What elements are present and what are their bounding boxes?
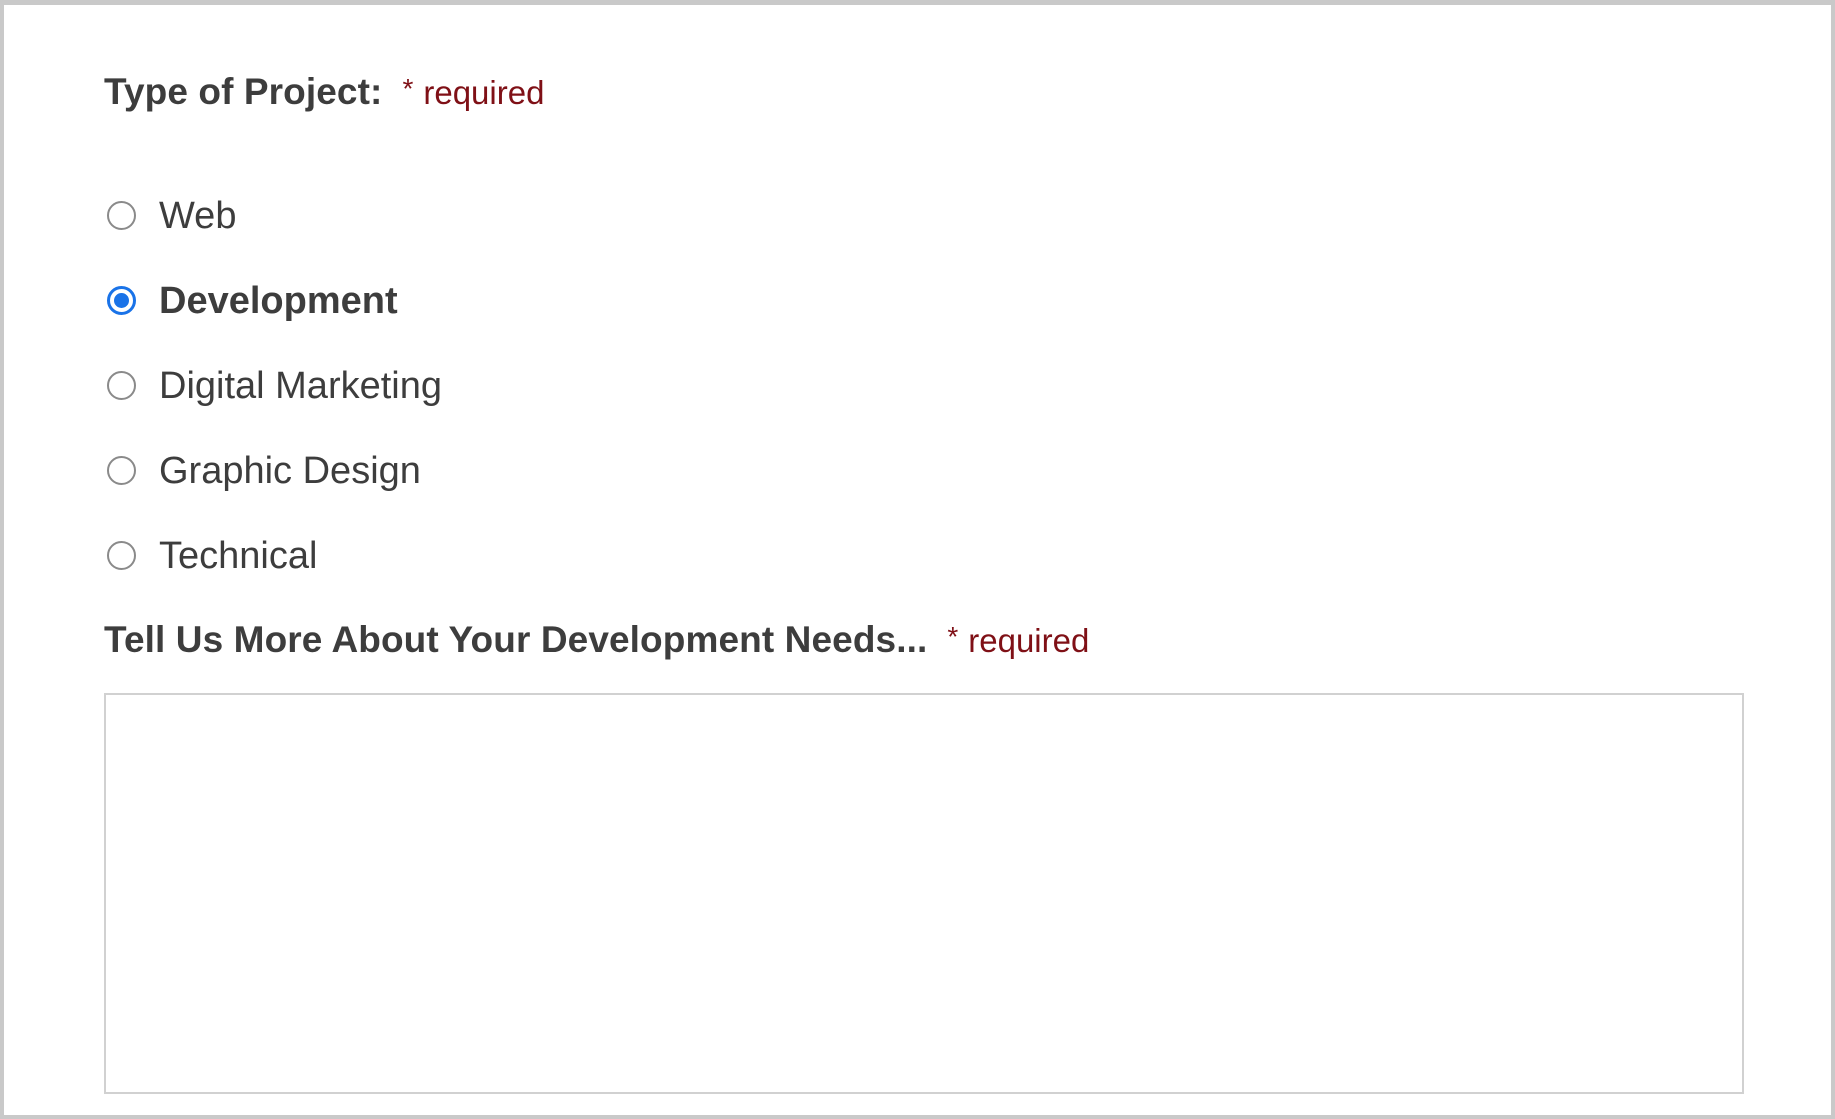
radio-label-web[interactable]: Web (159, 197, 236, 235)
radio-option-technical[interactable]: Technical (107, 513, 442, 598)
required-text: required (423, 74, 545, 111)
required-indicator: * required (402, 73, 545, 112)
radio-label-technical[interactable]: Technical (159, 537, 317, 575)
radio-option-web[interactable]: Web (107, 173, 442, 258)
project-type-radio-group: Web Development Digital Marketing Graphi… (107, 173, 442, 598)
development-needs-textarea[interactable] (104, 693, 1744, 1094)
radio-button-web[interactable] (107, 201, 136, 230)
project-type-label: Type of Project: * required (104, 71, 544, 113)
required-indicator: * required (947, 621, 1090, 660)
form-panel: Type of Project: * required Web Developm… (0, 0, 1835, 1119)
radio-option-graphic-design[interactable]: Graphic Design (107, 428, 442, 513)
radio-button-digital-marketing[interactable] (107, 371, 136, 400)
radio-button-graphic-design[interactable] (107, 456, 136, 485)
project-type-label-text: Type of Project: (104, 71, 383, 112)
required-star: * (402, 73, 414, 104)
radio-label-graphic-design[interactable]: Graphic Design (159, 452, 421, 490)
required-star: * (947, 621, 959, 652)
required-text: required (968, 622, 1090, 659)
details-label-text: Tell Us More About Your Development Need… (104, 619, 928, 660)
radio-label-digital-marketing[interactable]: Digital Marketing (159, 367, 442, 405)
details-label: Tell Us More About Your Development Need… (104, 619, 1089, 661)
radio-option-digital-marketing[interactable]: Digital Marketing (107, 343, 442, 428)
radio-label-development[interactable]: Development (159, 282, 398, 320)
radio-button-technical[interactable] (107, 541, 136, 570)
radio-option-development[interactable]: Development (107, 258, 442, 343)
radio-button-development[interactable] (107, 286, 136, 315)
